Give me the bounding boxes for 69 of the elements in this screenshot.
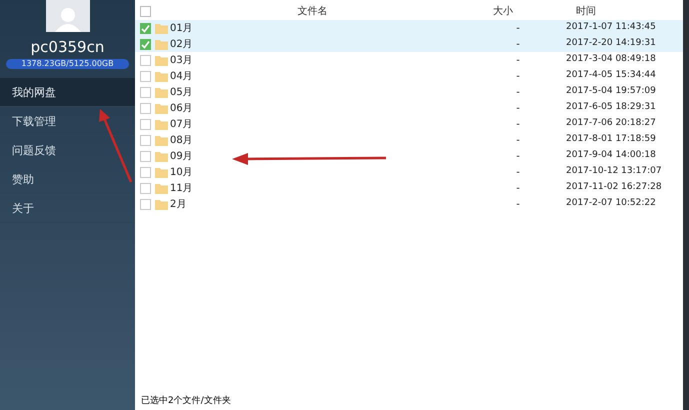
file-name[interactable]: 03月 xyxy=(170,54,193,66)
checkbox[interactable] xyxy=(140,118,150,130)
file-time: 2017-2-07 10:52:22 xyxy=(566,198,656,208)
checkbox[interactable] xyxy=(140,134,150,146)
folder-icon xyxy=(155,182,168,194)
file-time: 2017-7-06 20:18:27 xyxy=(566,118,656,128)
file-size: - xyxy=(516,102,520,114)
checkbox[interactable] xyxy=(140,198,150,210)
file-time: 2017-2-20 14:19:31 xyxy=(566,38,656,48)
checkbox[interactable] xyxy=(140,102,150,114)
folder-icon xyxy=(155,86,168,98)
checkbox[interactable] xyxy=(140,166,150,178)
file-size: - xyxy=(516,38,520,50)
file-size: - xyxy=(516,198,520,210)
folder-icon xyxy=(155,38,168,50)
sidebar-item[interactable]: 我的网盘 xyxy=(0,78,135,107)
checkbox[interactable] xyxy=(140,182,150,194)
folder-icon xyxy=(155,118,168,130)
column-header[interactable]: 大小 xyxy=(470,4,536,19)
folder-icon xyxy=(155,102,168,114)
file-name[interactable]: 10月 xyxy=(170,166,193,178)
folder-icon xyxy=(155,22,168,34)
file-name[interactable]: 05月 xyxy=(170,86,193,98)
file-time: 2017-8-01 17:18:59 xyxy=(566,134,656,144)
file-size: - xyxy=(516,86,520,98)
file-name[interactable]: 07月 xyxy=(170,118,193,130)
file-name[interactable]: 01月 xyxy=(170,22,193,34)
file-size: - xyxy=(516,70,520,82)
file-name[interactable]: 06月 xyxy=(170,102,193,114)
folder-icon xyxy=(155,134,168,146)
file-size: - xyxy=(516,22,520,34)
folder-icon xyxy=(155,70,168,82)
file-size: - xyxy=(516,54,520,66)
column-header[interactable]: 文件名 xyxy=(155,4,470,19)
file-name[interactable]: 11月 xyxy=(170,182,193,194)
username: pc0359cn xyxy=(30,38,106,56)
checkbox[interactable] xyxy=(140,150,150,162)
file-name[interactable]: 2月 xyxy=(170,198,186,210)
file-time: 2017-11-02 16:27:28 xyxy=(566,182,662,192)
file-name[interactable]: 08月 xyxy=(170,134,193,146)
checkbox[interactable] xyxy=(140,70,150,82)
file-time: 2017-4-05 15:34:44 xyxy=(566,70,656,80)
status-text: 已选中2个文件/文件夹 xyxy=(140,394,232,408)
file-size: - xyxy=(516,182,520,194)
file-size: - xyxy=(516,118,520,130)
checkbox[interactable] xyxy=(140,86,150,98)
folder-icon xyxy=(155,150,168,162)
file-size: - xyxy=(516,150,520,162)
column-header[interactable]: 时间 xyxy=(536,4,636,19)
file-time: 2017-3-04 08:49:18 xyxy=(566,54,656,64)
checkbox[interactable] xyxy=(140,38,150,50)
folder-icon xyxy=(155,198,168,210)
file-name[interactable]: 04月 xyxy=(170,70,193,82)
storage-bar: 1378.23GB/5125.00GB xyxy=(6,59,129,69)
avatar-placeholder xyxy=(46,0,90,32)
checkbox[interactable] xyxy=(140,54,150,66)
select-all-checkbox[interactable] xyxy=(140,6,150,17)
file-name[interactable]: 02月 xyxy=(170,38,193,50)
file-size: - xyxy=(516,134,520,146)
file-time: 2017-9-04 14:00:18 xyxy=(566,150,656,160)
file-name[interactable]: 09月 xyxy=(170,150,193,162)
folder-icon xyxy=(155,166,168,178)
file-time: 2017-10-12 13:17:07 xyxy=(566,166,662,176)
file-time: 2017-1-07 11:43:45 xyxy=(566,22,656,32)
checkbox[interactable] xyxy=(140,22,150,34)
file-time: 2017-5-04 19:57:09 xyxy=(566,86,656,96)
file-time: 2017-6-05 18:29:31 xyxy=(566,102,656,112)
folder-icon xyxy=(155,54,168,66)
file-size: - xyxy=(516,166,520,178)
